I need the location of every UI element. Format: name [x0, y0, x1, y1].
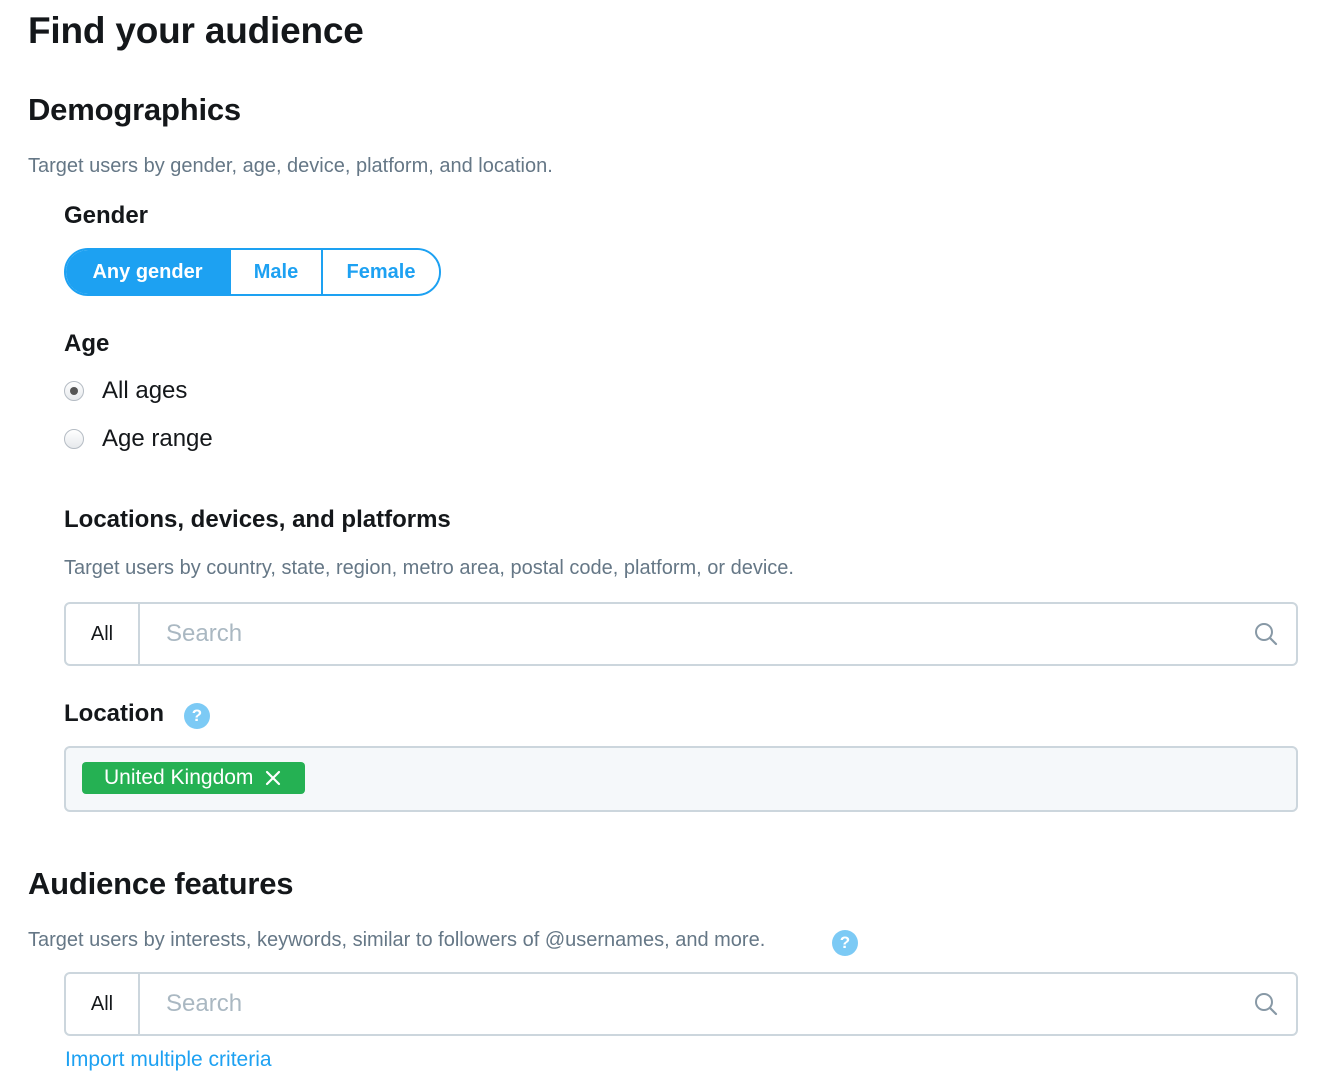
search-icon[interactable]	[1236, 974, 1296, 1034]
locations-description: Target users by country, state, region, …	[64, 557, 794, 579]
location-tag: United Kingdom	[82, 762, 306, 794]
demographics-description: Target users by gender, age, device, pla…	[28, 155, 553, 177]
gender-label: Gender	[64, 202, 149, 229]
locations-heading: Locations, devices, and platforms	[64, 506, 451, 533]
demographics-heading: Demographics	[28, 92, 241, 127]
gender-option-male[interactable]: Male	[229, 250, 321, 294]
locations-search-scope[interactable]: All	[66, 604, 140, 664]
page-title: Find your audience	[28, 10, 364, 51]
age-option-age-range[interactable]: Age range	[64, 425, 213, 453]
location-selected-box[interactable]: United Kingdom	[64, 746, 1298, 812]
help-icon[interactable]: ?	[832, 930, 858, 956]
audience-features-description: Target users by interests, keywords, sim…	[28, 929, 766, 951]
radio-button-checked[interactable]	[64, 381, 84, 401]
audience-features-heading: Audience features	[28, 866, 294, 901]
radio-dot	[70, 387, 78, 395]
age-option-label: All ages	[102, 377, 188, 404]
radio-button[interactable]	[64, 429, 84, 449]
close-icon[interactable]	[265, 770, 281, 786]
gender-option-female[interactable]: Female	[321, 250, 439, 294]
location-label: Location	[64, 700, 164, 727]
age-label: Age	[64, 330, 110, 357]
locations-search-bar: All	[64, 602, 1298, 666]
location-tag-label: United Kingdom	[104, 766, 254, 789]
gender-selector: Any gender Male Female	[64, 248, 441, 296]
help-icon[interactable]: ?	[184, 703, 210, 729]
age-option-all-ages[interactable]: All ages	[64, 377, 187, 405]
search-icon[interactable]	[1236, 604, 1296, 664]
import-multiple-criteria-link[interactable]: Import multiple criteria	[65, 1048, 272, 1072]
age-option-label: Age range	[102, 425, 213, 452]
audience-features-search-bar: All	[64, 972, 1298, 1036]
gender-option-any[interactable]: Any gender	[66, 250, 229, 294]
audience-features-search-input[interactable]	[140, 974, 1236, 1034]
locations-search-input[interactable]	[140, 604, 1236, 664]
audience-features-search-scope[interactable]: All	[66, 974, 140, 1034]
